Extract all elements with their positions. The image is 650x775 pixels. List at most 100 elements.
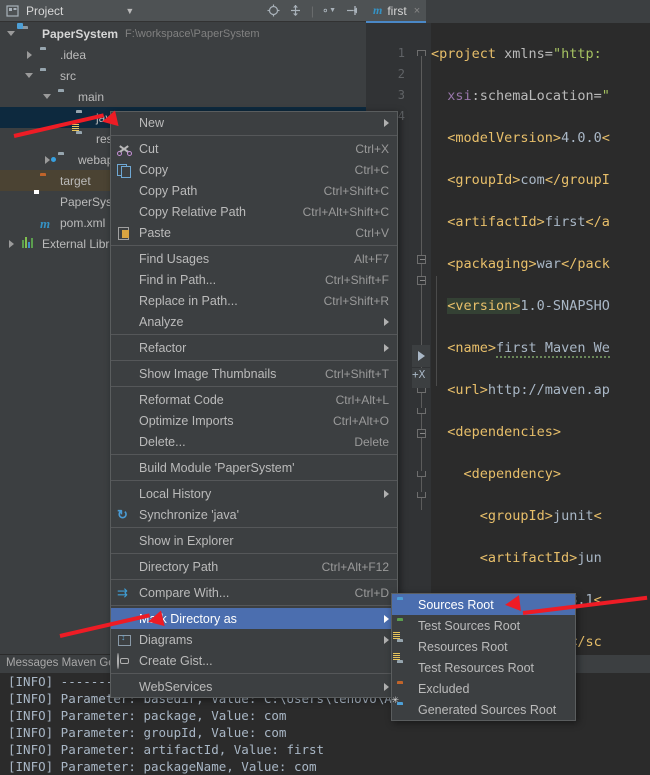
maven-pom-icon: m bbox=[40, 216, 51, 231]
menu-item-label: Cut bbox=[139, 141, 159, 156]
fold-marker-close-icon[interactable] bbox=[417, 471, 426, 477]
editor-tab-first[interactable]: m first × bbox=[366, 0, 427, 23]
submenu-item-label: Test Sources Root bbox=[418, 618, 521, 633]
submenu-item-sources-root[interactable]: Sources Root bbox=[392, 594, 575, 615]
twisty-none bbox=[60, 133, 71, 144]
menu-item-reformat-code[interactable]: Reformat Code Ctrl+Alt+L bbox=[111, 389, 397, 410]
menu-item-copy-path[interactable]: Copy Path Ctrl+Shift+C bbox=[111, 180, 397, 201]
submenu-item-test-sources-root[interactable]: Test Sources Root bbox=[392, 615, 575, 636]
menu-item-label: Copy bbox=[139, 162, 169, 177]
submenu-item-label: Sources Root bbox=[418, 597, 494, 612]
submenu-item-excluded[interactable]: Excluded bbox=[392, 678, 575, 699]
menu-item-copy-relative-path[interactable]: Copy Relative Path Ctrl+Alt+Shift+C bbox=[111, 201, 397, 222]
fold-marker-icon[interactable] bbox=[417, 276, 426, 285]
hide-panel-icon[interactable] bbox=[345, 4, 358, 17]
submenu-arrow-icon bbox=[384, 682, 389, 691]
project-panel-toolbar: | ▼ bbox=[267, 4, 366, 18]
menu-item-show-image-thumbnails[interactable]: Show Image Thumbnails Ctrl+Shift+T bbox=[111, 363, 397, 384]
line-number: 2 bbox=[397, 67, 405, 81]
tree-node-idea[interactable]: .idea bbox=[0, 44, 366, 65]
twisty-down-icon[interactable] bbox=[6, 28, 17, 39]
menu-item-label: Create Gist... bbox=[139, 653, 213, 668]
menu-item-label: Diagrams bbox=[139, 632, 193, 647]
menu-item-local-history[interactable]: Local History bbox=[111, 483, 397, 504]
menu-item-new[interactable]: New bbox=[111, 112, 397, 133]
tree-label: PaperSystem bbox=[42, 26, 119, 41]
menu-item-analyze[interactable]: Analyze bbox=[111, 311, 397, 332]
fold-marker-close-icon[interactable] bbox=[417, 408, 426, 414]
menu-item-mark-directory-as[interactable]: Mark Directory as bbox=[111, 608, 397, 629]
code-editor[interactable]: <project xmlns="http: xsi:schemaLocation… bbox=[431, 23, 650, 654]
menu-item-find-usages[interactable]: Find Usages Alt+F7 bbox=[111, 248, 397, 269]
paste-icon bbox=[117, 226, 132, 240]
menu-item-copy[interactable]: Copy Ctrl+C bbox=[111, 159, 397, 180]
menu-item-paste[interactable]: Paste Ctrl+V bbox=[111, 222, 397, 243]
tree-node-main[interactable]: main bbox=[0, 86, 366, 107]
menu-item-shortcut: Delete bbox=[354, 434, 389, 449]
submenu-arrow-icon bbox=[384, 118, 389, 127]
menu-item-build-module[interactable]: Build Module 'PaperSystem' bbox=[111, 457, 397, 478]
menu-item-directory-path[interactable]: Directory Path Ctrl+Alt+F12 bbox=[111, 556, 397, 577]
menu-separator bbox=[111, 334, 397, 335]
fold-marker-icon[interactable] bbox=[417, 255, 426, 264]
console-line: [INFO] Parameter: groupId, Value: com bbox=[8, 725, 287, 740]
mark-directory-as-submenu[interactable]: Sources Root Test Sources Root Resources… bbox=[391, 593, 576, 721]
menu-item-label: Synchronize 'java' bbox=[139, 507, 239, 522]
menu-item-refactor[interactable]: Refactor bbox=[111, 337, 397, 358]
intellij-idea-window: Project ▼ | ▼ PaperSystem F:\workspace\P… bbox=[0, 0, 650, 775]
twisty-right-icon[interactable] bbox=[24, 49, 35, 60]
menu-item-compare-with[interactable]: ⇉ Compare With... Ctrl+D bbox=[111, 582, 397, 603]
menu-item-label: Show Image Thumbnails bbox=[139, 366, 277, 381]
menu-separator bbox=[111, 605, 397, 606]
submenu-arrow-icon bbox=[384, 635, 389, 644]
context-menu[interactable]: New Cut Ctrl+X Copy Ctrl+C Copy Path Ctr… bbox=[110, 111, 398, 698]
menu-item-cut[interactable]: Cut Ctrl+X bbox=[111, 138, 397, 159]
menu-item-create-gist[interactable]: Create Gist... bbox=[111, 650, 397, 671]
menu-separator bbox=[111, 553, 397, 554]
fold-marker-close-icon[interactable] bbox=[417, 492, 426, 498]
gist-icon bbox=[117, 653, 132, 669]
menu-item-find-in-path[interactable]: Find in Path... Ctrl+Shift+F bbox=[111, 269, 397, 290]
tree-node-papersystem[interactable]: PaperSystem F:\workspace\PaperSystem bbox=[0, 23, 366, 44]
menu-item-label: Reformat Code bbox=[139, 392, 224, 407]
messages-tab-label[interactable]: Messages Maven Goal bbox=[6, 657, 124, 669]
menu-item-label: Optimize Imports bbox=[139, 413, 234, 428]
chevron-down-icon[interactable]: ▼ bbox=[125, 6, 134, 16]
close-icon[interactable]: × bbox=[414, 5, 420, 17]
code-line: <artifactId>first</a bbox=[447, 214, 610, 230]
menu-separator bbox=[111, 527, 397, 528]
menu-item-show-in-explorer[interactable]: Show in Explorer bbox=[111, 530, 397, 551]
settings-gear-icon[interactable]: ▼ bbox=[323, 4, 336, 17]
menu-item-label: Local History bbox=[139, 486, 212, 501]
twisty-none bbox=[60, 112, 71, 123]
console-line: [INFO] Parameter: packageName, Value: co… bbox=[8, 759, 317, 774]
tab-label: first bbox=[387, 3, 407, 18]
locate-icon[interactable] bbox=[267, 4, 280, 17]
menu-item-webservices[interactable]: WebServices bbox=[111, 676, 397, 697]
menu-item-optimize-imports[interactable]: Optimize Imports Ctrl+Alt+O bbox=[111, 410, 397, 431]
run-arrow-icon[interactable] bbox=[412, 345, 430, 367]
menu-item-label: Copy Path bbox=[139, 183, 198, 198]
fold-marker-icon[interactable] bbox=[417, 429, 426, 438]
submenu-item-label: Excluded bbox=[418, 681, 470, 696]
submenu-arrow-icon bbox=[384, 489, 389, 498]
menu-item-shortcut: Ctrl+Shift+R bbox=[323, 293, 389, 308]
submenu-item-generated-sources-root[interactable]: ✳ Generated Sources Root bbox=[391, 696, 575, 720]
code-line: <name>first Maven We bbox=[447, 340, 610, 358]
tree-node-src[interactable]: src bbox=[0, 65, 366, 86]
tree-label: pom.xml bbox=[60, 215, 106, 230]
collapse-all-icon[interactable] bbox=[289, 4, 302, 17]
menu-item-diagrams[interactable]: Diagrams bbox=[111, 629, 397, 650]
twisty-down-icon[interactable] bbox=[24, 70, 35, 81]
twisty-none bbox=[24, 217, 35, 228]
twisty-right-icon[interactable] bbox=[6, 238, 17, 249]
menu-item-replace-in-path[interactable]: Replace in Path... Ctrl+Shift+R bbox=[111, 290, 397, 311]
menu-item-delete[interactable]: Delete... Delete bbox=[111, 431, 397, 452]
tree-label: target bbox=[60, 173, 91, 188]
submenu-item-test-resources-root[interactable]: Test Resources Root bbox=[392, 653, 575, 678]
twisty-down-icon[interactable] bbox=[42, 91, 53, 102]
menu-item-label: New bbox=[139, 115, 165, 130]
submenu-item-resources-root[interactable]: Resources Root bbox=[392, 632, 575, 657]
menu-item-synchronize[interactable]: ↻ Synchronize 'java' bbox=[111, 504, 397, 525]
menu-separator bbox=[111, 454, 397, 455]
